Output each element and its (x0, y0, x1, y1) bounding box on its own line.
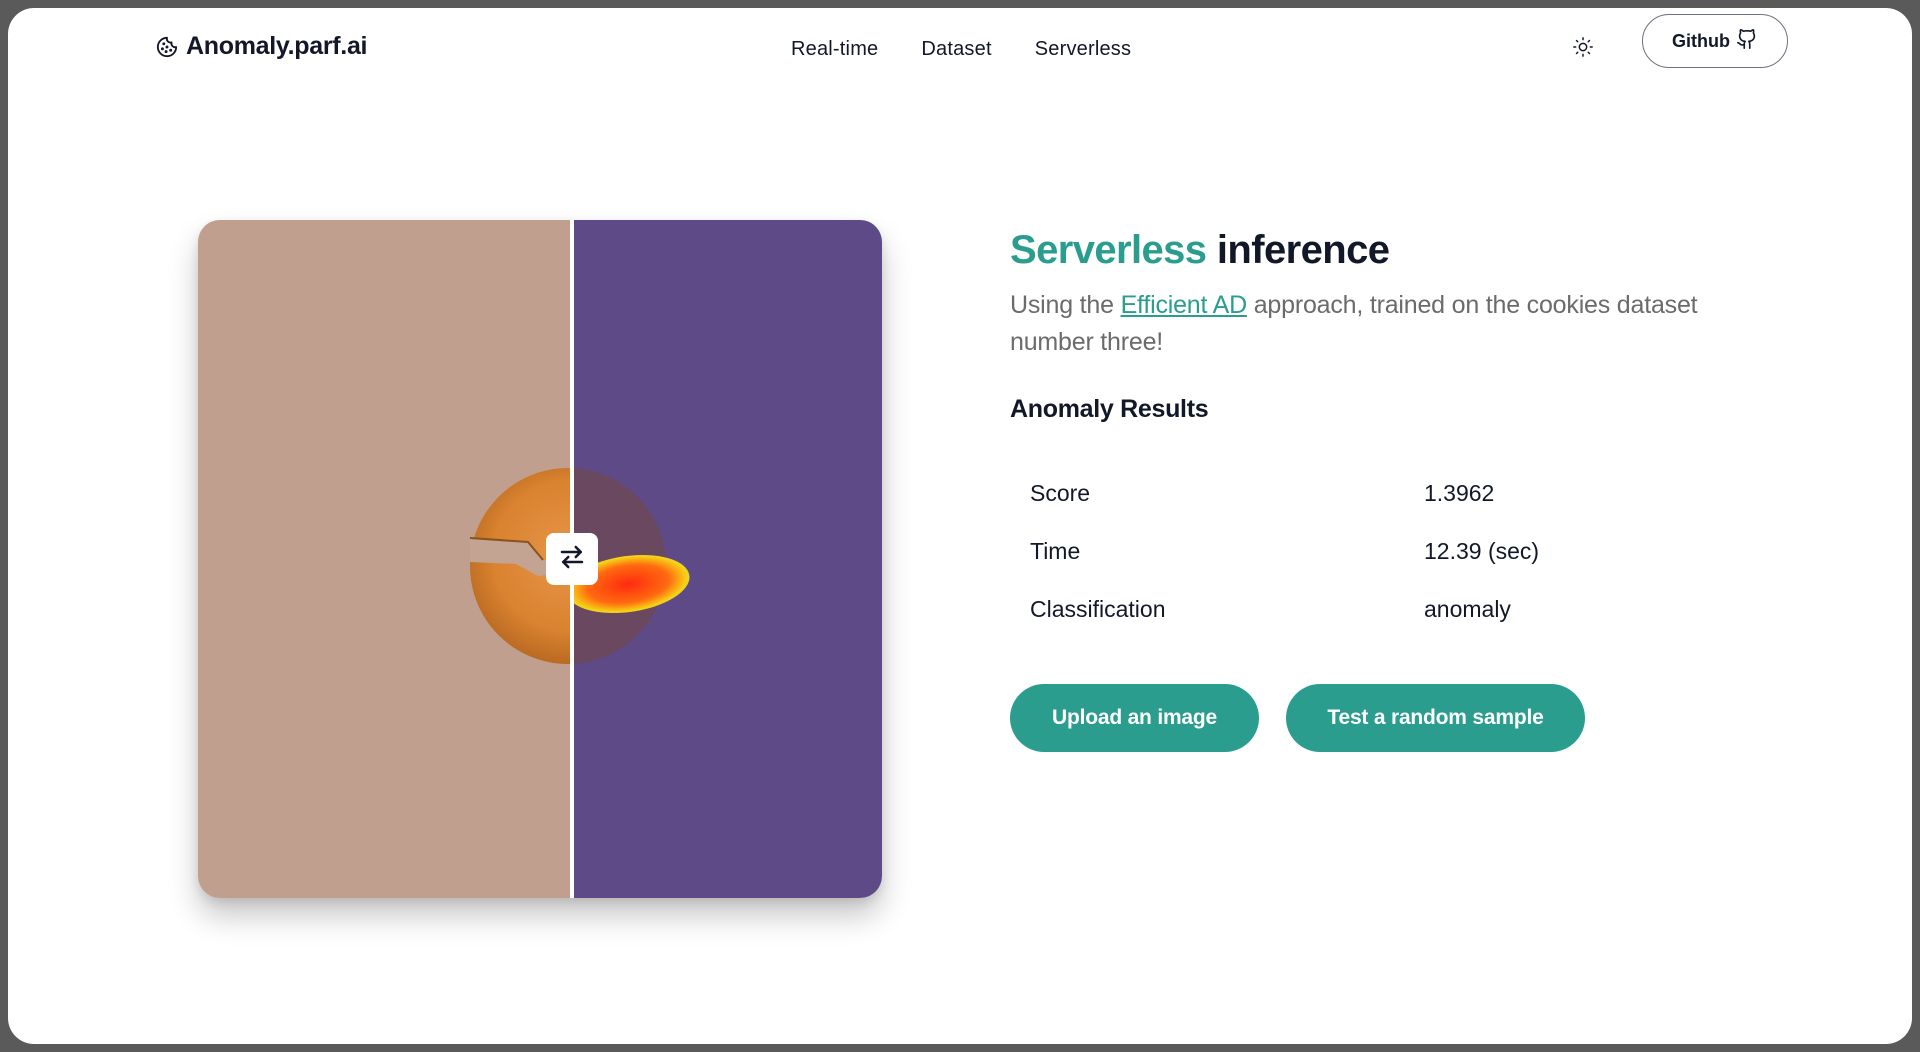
compare-handle[interactable] (546, 533, 598, 585)
result-value-score: 1.3962 (1424, 479, 1495, 506)
brand-logo-link[interactable]: Anomaly.parf.ai (156, 32, 368, 61)
result-label-classification: Classification (1030, 595, 1166, 622)
result-label-time: Time (1030, 537, 1081, 564)
brand-name: Anomaly.parf.ai (186, 32, 368, 60)
results-title: Anomaly Results (1010, 395, 1209, 423)
page-subtitle: Using the Efficient AD approach, trained… (1010, 287, 1770, 361)
result-label-score: Score (1030, 479, 1091, 506)
subtitle-before: Using the (1010, 291, 1114, 319)
cookie-comparison-image (198, 220, 882, 898)
table-row: Classification anomaly (1010, 580, 1570, 638)
theme-toggle-button[interactable] (1568, 34, 1598, 64)
nav-item-real-time[interactable]: Real-time (791, 38, 878, 61)
app-window: Anomaly.parf.ai Real-time Dataset Server… (8, 8, 1912, 1044)
nav-item-serverless[interactable]: Serverless (1035, 38, 1131, 61)
github-button[interactable]: Github (1642, 14, 1788, 68)
top-navbar: Anomaly.parf.ai Real-time Dataset Server… (8, 8, 1912, 92)
main-nav: Real-time Dataset Serverless (791, 38, 1131, 61)
inference-panel: Serverless inference Using the Efficient… (1010, 228, 1770, 752)
github-label: Github (1672, 30, 1730, 51)
image-compare-slider[interactable] (198, 220, 882, 898)
nav-item-dataset[interactable]: Dataset (921, 38, 991, 61)
efficient-ad-link[interactable]: Efficient AD (1121, 291, 1248, 319)
title-rest: inference (1216, 228, 1390, 272)
github-icon (1736, 28, 1758, 55)
title-accent: Serverless (1010, 228, 1207, 272)
random-sample-button[interactable]: Test a random sample (1286, 684, 1585, 752)
upload-image-button[interactable]: Upload an image (1010, 684, 1259, 752)
table-row: Time 12.39 (sec) (1010, 522, 1570, 580)
cookie-icon (156, 36, 178, 58)
result-value-classification: anomaly (1424, 595, 1511, 622)
swap-arrows-icon (557, 542, 587, 577)
page-title: Serverless inference (1010, 228, 1770, 273)
results-table: Score 1.3962 Time 12.39 (sec) Classifica… (1010, 464, 1570, 638)
result-value-time: 12.39 (sec) (1424, 537, 1540, 564)
action-buttons: Upload an image Test a random sample (1010, 684, 1585, 752)
table-row: Score 1.3962 (1010, 464, 1570, 522)
subtitle-after: approach, trained on the cookies dataset… (1010, 291, 1698, 356)
sun-icon (1572, 36, 1594, 63)
